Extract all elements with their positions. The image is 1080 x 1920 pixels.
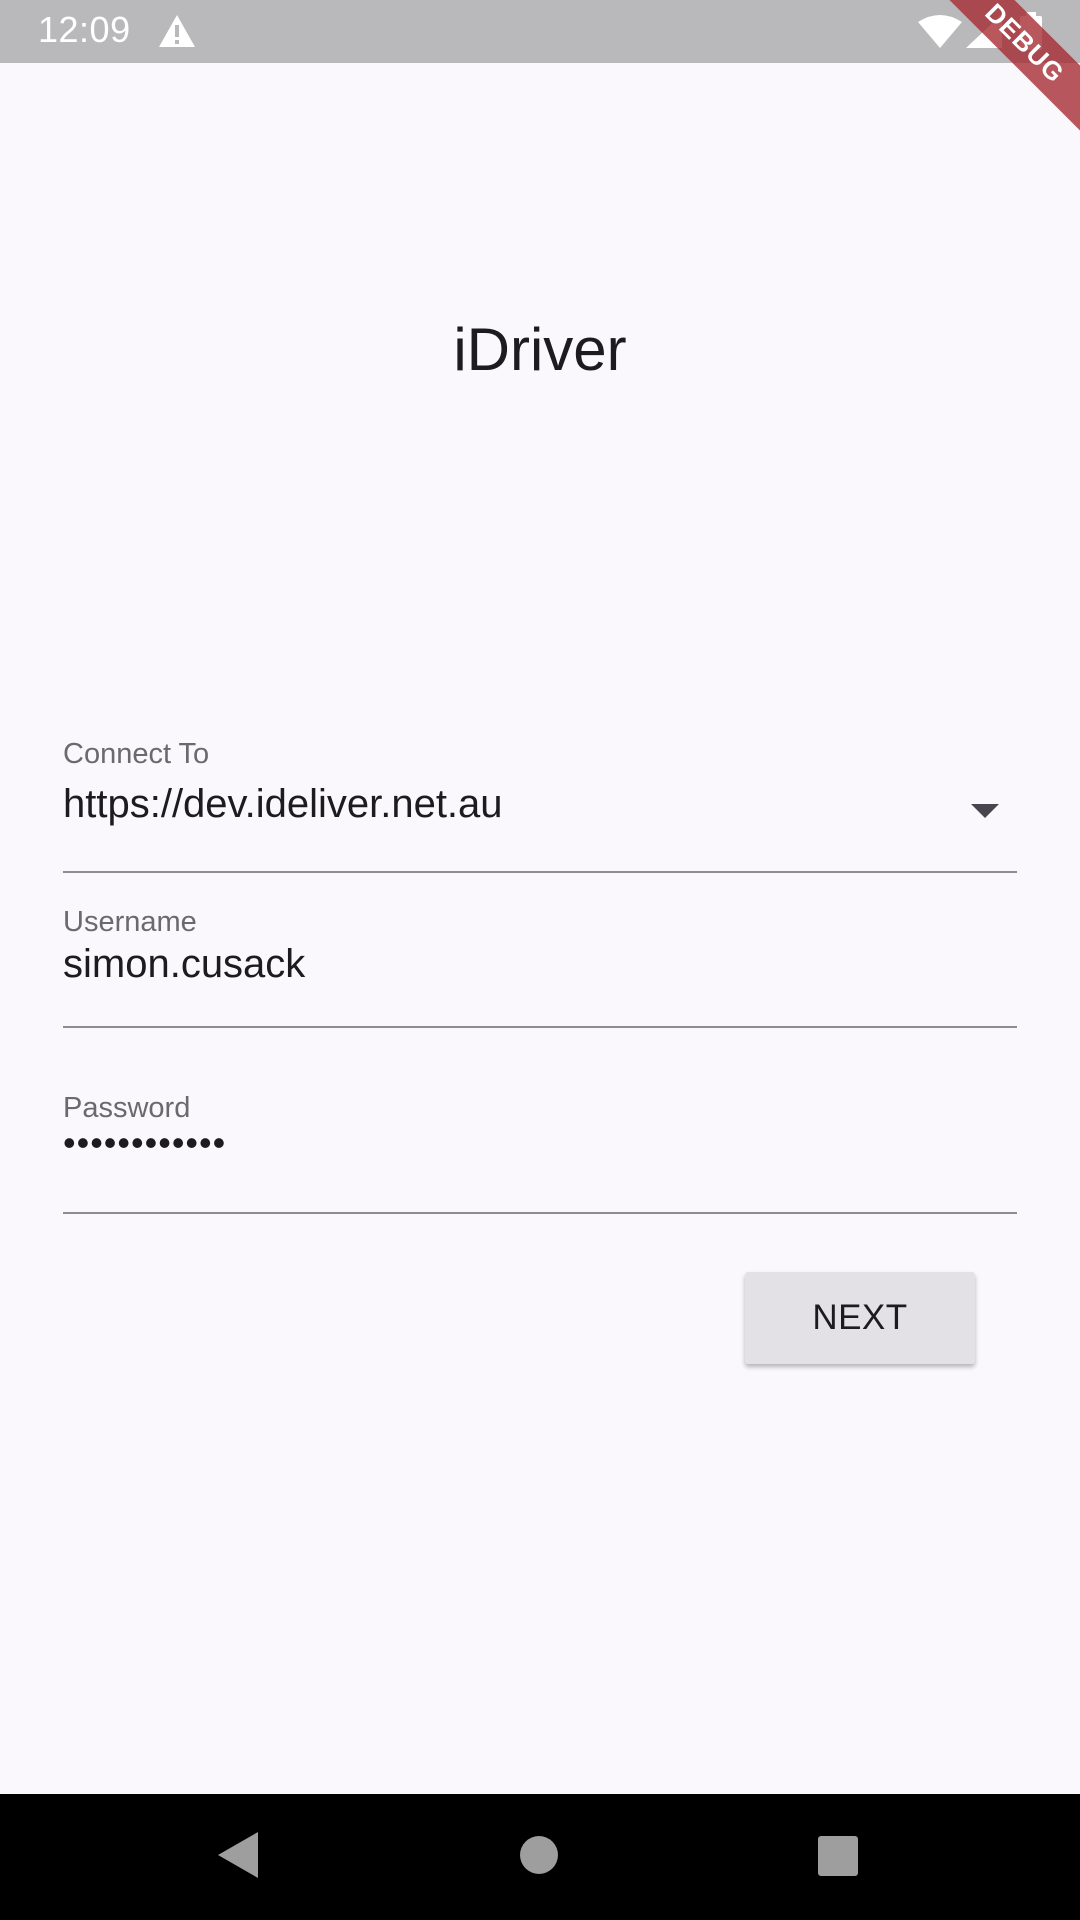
next-button[interactable]: NEXT — [745, 1272, 975, 1364]
home-icon[interactable] — [520, 1836, 558, 1874]
status-bar: 12:09 — [0, 0, 1080, 63]
username-label: Username — [63, 906, 197, 938]
connect-to-dropdown[interactable]: Connect To https://dev.ideliver.net.au — [63, 730, 1017, 873]
connect-to-label: Connect To — [63, 738, 210, 770]
status-time: 12:09 — [38, 9, 131, 50]
username-input[interactable]: simon.cusack — [63, 942, 305, 987]
username-field[interactable]: Username simon.cusack — [63, 900, 1017, 1028]
password-label: Password — [63, 1092, 191, 1124]
app-title: iDriver — [453, 316, 627, 383]
dropdown-arrow-icon[interactable] — [971, 804, 999, 818]
wifi-icon — [918, 15, 962, 48]
navigation-bar — [0, 1794, 1080, 1920]
back-icon[interactable] — [218, 1832, 258, 1878]
password-field[interactable]: Password •••••••••••• — [63, 1090, 1017, 1214]
warning-icon — [159, 15, 195, 47]
password-input[interactable]: •••••••••••• — [63, 1122, 226, 1164]
connect-to-value: https://dev.ideliver.net.au — [63, 782, 503, 826]
recents-icon[interactable] — [818, 1836, 858, 1876]
